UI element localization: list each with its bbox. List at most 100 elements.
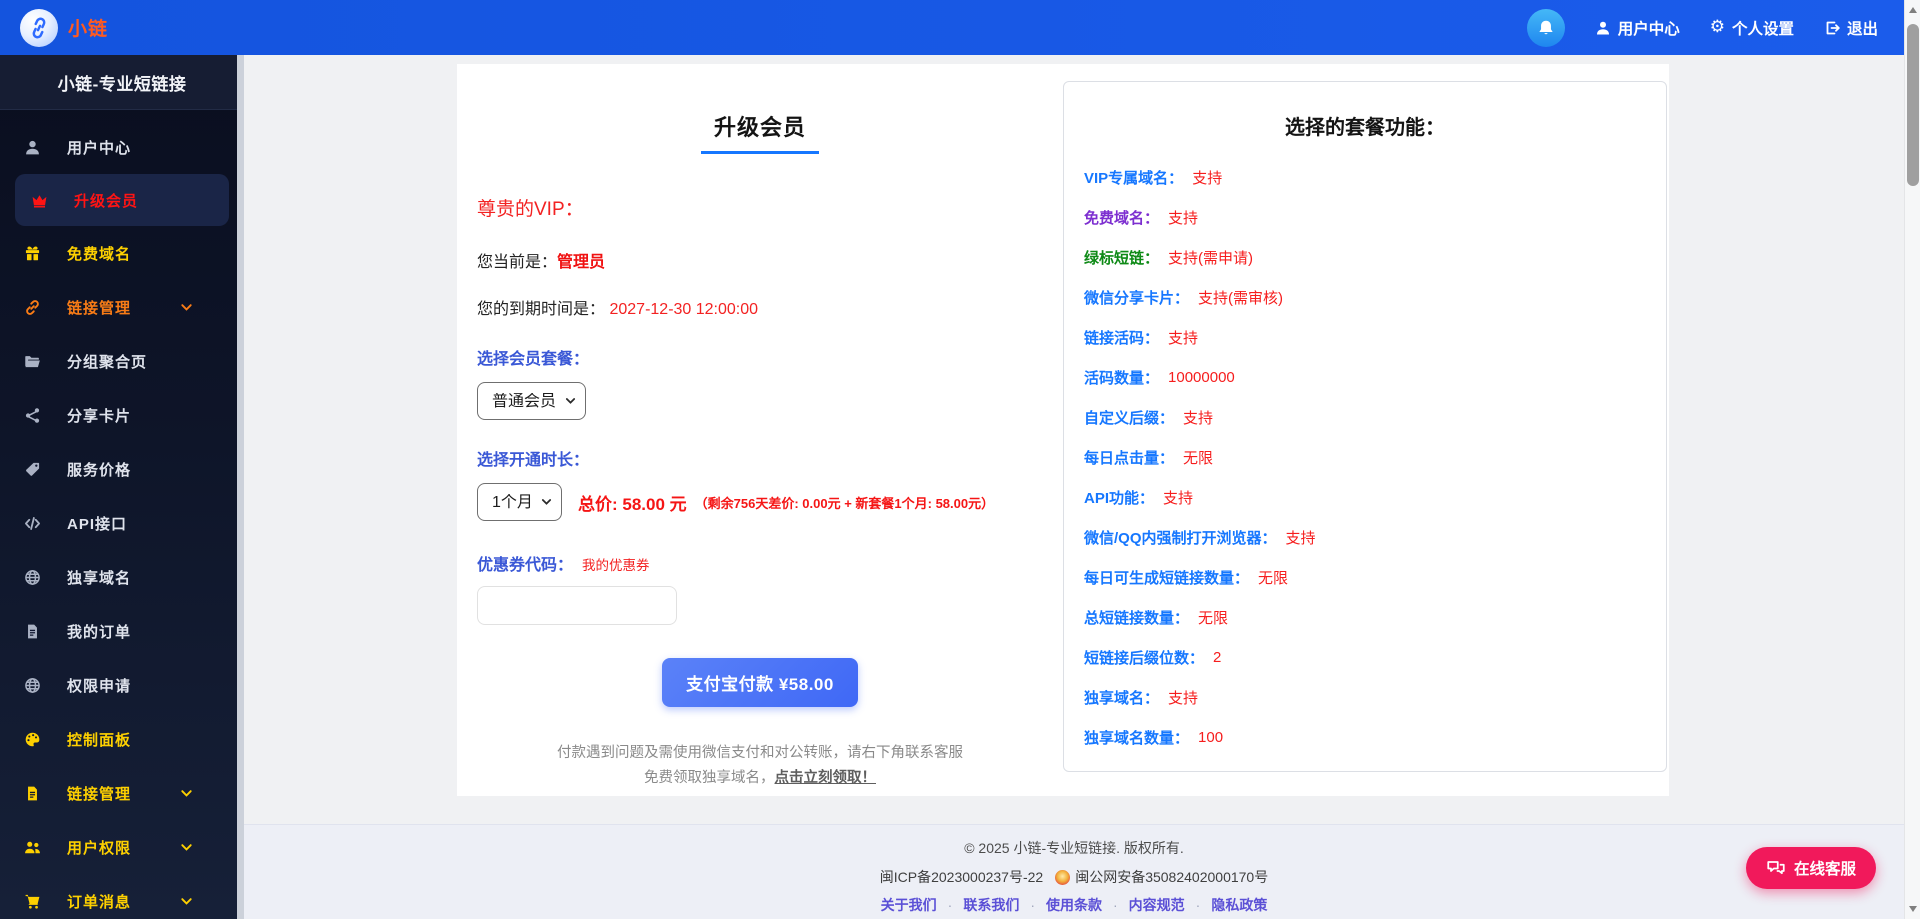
sidebar-item-user-center[interactable]: 用户中心 (0, 120, 244, 174)
app-logo-icon (20, 9, 58, 47)
total-price: 总价: 58.00 元 (578, 490, 687, 515)
feature-row: 自定义后缀：支持 (1084, 397, 1666, 437)
feature-row: 独享域名：支持 (1084, 677, 1666, 717)
sidebar-item-permission-apply[interactable]: 权限申请 (0, 658, 244, 712)
chevron-down-icon (179, 894, 194, 909)
nav-personal-settings[interactable]: ⚙ 个人设置 (1710, 17, 1794, 39)
upgrade-form: 升级会员 尊贵的VIP： 您当前是：管理员 您的到期时间是： 2027-12-3… (457, 64, 1063, 796)
sidebar-item-my-orders[interactable]: 我的订单 (0, 604, 244, 658)
title-underline (701, 151, 819, 154)
feature-row: 活码数量：10000000 (1084, 357, 1666, 397)
feature-row: 独享域名数量：100 (1084, 717, 1666, 757)
plan-label: 选择会员套餐： (477, 345, 1043, 369)
main-content: 升级会员 尊贵的VIP： 您当前是：管理员 您的到期时间是： 2027-12-3… (244, 55, 1904, 919)
feature-row: 链接活码：支持 (1084, 317, 1666, 357)
current-role-line: 您当前是：管理员 (477, 248, 1043, 272)
tag-icon (22, 459, 42, 479)
share-icon (22, 405, 42, 425)
scrollbar-thumb[interactable] (1907, 24, 1919, 186)
sidebar-item-free-domain[interactable]: 免费域名 (0, 226, 244, 280)
globe-icon (22, 567, 42, 587)
feature-row: 免费域名：支持 (1084, 197, 1666, 237)
price-breakdown: （剩余756天差价: 0.00元 + 新套餐1个月: 58.00元） (695, 493, 994, 512)
sidebar: 小链-专业短链接 用户中心 升级会员 免费域名 链接管理 分组聚合页 分享卡片 (0, 55, 244, 919)
nav-logout[interactable]: 退出 (1824, 17, 1878, 39)
sidebar-item-service-prices[interactable]: 服务价格 (0, 442, 244, 496)
user-icon (1595, 20, 1611, 36)
sidebar-item-link-management-2[interactable]: 链接管理 (0, 766, 244, 820)
claim-now-link[interactable]: 点击立刻领取！ (775, 770, 877, 786)
icp-line: 闽ICP备2023000237号-22 闽公网安备35082402000170号 (244, 867, 1904, 887)
document-icon (22, 621, 42, 641)
footer-links: 关于我们 · 联系我们 · 使用条款 · 内容规范 · 隐私政策 (244, 895, 1904, 915)
chat-icon (1766, 858, 1786, 878)
globe-icon (22, 675, 42, 695)
feature-row: 每日可生成短链接数量：无限 (1084, 557, 1666, 597)
nav-user-center[interactable]: 用户中心 (1595, 17, 1680, 39)
sidebar-item-exclusive-domain[interactable]: 独享域名 (0, 550, 244, 604)
vip-greeting: 尊贵的VIP： (477, 194, 1043, 221)
notifications-button[interactable] (1527, 9, 1565, 47)
sidebar-item-order-messages[interactable]: 订单消息 (0, 874, 244, 919)
sidebar-item-upgrade-member[interactable]: 升级会员 (15, 174, 229, 226)
upgrade-panel: 升级会员 尊贵的VIP： 您当前是：管理员 您的到期时间是： 2027-12-3… (457, 64, 1669, 796)
current-role-value: 管理员 (557, 254, 605, 271)
alipay-pay-button[interactable]: 支付宝付款 ¥58.00 (662, 658, 858, 707)
police-number: 闽公网安备35082402000170号 (1075, 867, 1268, 887)
sidebar-item-link-management[interactable]: 链接管理 (0, 280, 244, 334)
sidebar-item-group-pages[interactable]: 分组聚合页 (0, 334, 244, 388)
logout-icon (1824, 20, 1840, 36)
online-service-button[interactable]: 在线客服 (1746, 847, 1876, 889)
users-icon (22, 837, 42, 857)
footer: © 2025 小链-专业短链接. 版权所有. 闽ICP备2023000237号-… (244, 824, 1904, 919)
folder-icon (22, 351, 42, 371)
icp-number: 闽ICP备2023000237号-22 (880, 867, 1043, 887)
scrollbar-up-arrow[interactable] (1909, 7, 1917, 13)
page-title: 升级会员 (477, 110, 1043, 142)
footer-link-terms[interactable]: 使用条款 (1046, 895, 1102, 915)
gift-icon (22, 243, 42, 263)
copyright-text: © 2025 小链-专业短链接. 版权所有. (244, 838, 1904, 858)
sidebar-title: 小链-专业短链接 (0, 55, 244, 110)
expire-line: 您的到期时间是： 2027-12-30 12:00:00 (477, 295, 1043, 319)
package-features-card: 选择的套餐功能： VIP专属域名：支持 免费域名：支持 绿标短链：支持(需申请)… (1063, 81, 1667, 772)
scrollbar-down-arrow[interactable] (1909, 906, 1917, 912)
feature-row: 每日点击量：无限 (1084, 437, 1666, 477)
feature-row: 短链接后缀位数：2 (1084, 637, 1666, 677)
coupon-label: 优惠券代码： (477, 551, 573, 575)
page-scrollbar[interactable] (1904, 0, 1920, 919)
feature-row: 微信分享卡片：支持(需审核) (1084, 277, 1666, 317)
sidebar-item-api[interactable]: API接口 (0, 496, 244, 550)
chevron-down-icon (179, 300, 194, 315)
file-lines-icon (22, 783, 42, 803)
footer-link-content-policy[interactable]: 内容规范 (1129, 895, 1185, 915)
crown-icon (29, 190, 49, 210)
bell-icon (1537, 19, 1555, 37)
footer-link-contact[interactable]: 联系我们 (963, 895, 1019, 915)
feature-row: 微信/QQ内强制打开浏览器：支持 (1084, 517, 1666, 557)
footer-link-privacy[interactable]: 隐私政策 (1211, 895, 1267, 915)
plan-select[interactable]: 普通会员 (477, 382, 586, 420)
note-line-2: 免费领取独享域名，点击立刻领取！ (477, 766, 1043, 791)
gear-icon: ⚙ (1710, 19, 1725, 36)
duration-select[interactable]: 1个月 (477, 483, 562, 521)
sidebar-item-user-permissions[interactable]: 用户权限 (0, 820, 244, 874)
code-icon (22, 513, 42, 533)
brand-name: 小链 (68, 14, 108, 41)
feature-row: 绿标短链：支持(需申请) (1084, 237, 1666, 277)
expire-time-value: 2027-12-30 12:00:00 (609, 301, 758, 318)
footer-link-about[interactable]: 关于我们 (881, 895, 937, 915)
sidebar-scrollbar[interactable] (237, 55, 244, 919)
user-icon (22, 137, 42, 157)
coupon-input[interactable] (477, 586, 677, 625)
sidebar-item-control-panel[interactable]: 控制面板 (0, 712, 244, 766)
note-line-1: 付款遇到问题及需使用微信支付和对公转账，请右下角联系客服 (477, 741, 1043, 766)
my-coupons-link[interactable]: 我的优惠券 (582, 554, 650, 574)
top-bar: 小链 用户中心 ⚙ 个人设置 退出 (0, 0, 1904, 55)
palette-icon (22, 729, 42, 749)
feature-row: API功能：支持 (1084, 477, 1666, 517)
sidebar-item-share-cards[interactable]: 分享卡片 (0, 388, 244, 442)
features-title: 选择的套餐功能： (1064, 111, 1666, 140)
chevron-down-icon (179, 840, 194, 855)
brand: 小链 (0, 9, 108, 47)
